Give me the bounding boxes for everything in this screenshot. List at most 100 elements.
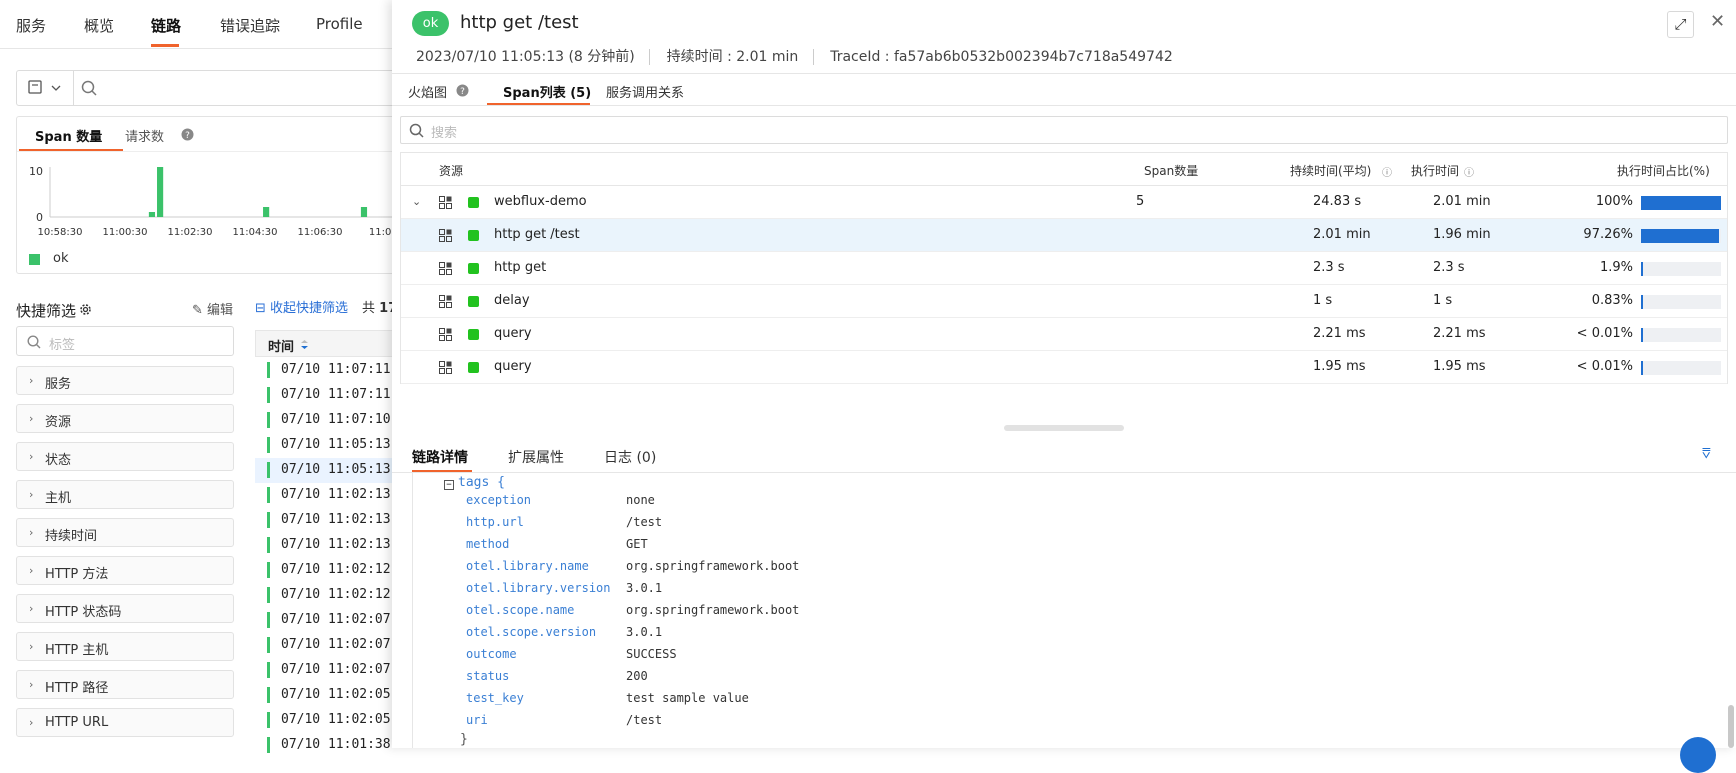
- col-exec-time[interactable]: 执行时间: [1411, 162, 1459, 179]
- search-icon: [409, 123, 424, 138]
- status-bar: [267, 612, 270, 628]
- quick-filter-label: 资源: [45, 415, 72, 430]
- collapse-node-icon[interactable]: −: [444, 480, 454, 490]
- chart-bar[interactable]: [157, 167, 164, 217]
- service-icon: [439, 262, 452, 275]
- tab-profile[interactable]: Profile: [316, 15, 363, 33]
- collapse-quick-filter-button[interactable]: ⊟ 收起快捷筛选: [255, 297, 348, 316]
- tag-value: SUCCESS: [626, 647, 677, 661]
- chart-bar[interactable]: [148, 212, 156, 217]
- gear-icon[interactable]: [78, 302, 93, 317]
- service-icon: [439, 196, 452, 209]
- tab-extended-attrs[interactable]: 扩展属性: [508, 447, 564, 467]
- span-row[interactable]: delay 1 s 1 s 0.83%: [401, 285, 1727, 318]
- col-resource[interactable]: 资源: [439, 162, 463, 179]
- tab-logs[interactable]: 日志 (0): [604, 447, 656, 467]
- trace-id[interactable]: TraceId : fa57ab6b0532b002394b7c718a5497…: [830, 49, 1173, 65]
- quick-filter-title: 快捷筛选: [16, 302, 77, 320]
- status-indicator: [468, 296, 479, 307]
- span-name: http get: [494, 260, 547, 275]
- tag-key: uri: [466, 713, 488, 727]
- divider: [812, 49, 814, 65]
- exec-pct-fill: [1641, 361, 1643, 375]
- tab-request-count[interactable]: 请求数: [125, 126, 164, 145]
- span-row[interactable]: http get /test 2.01 min 1.96 min 97.26%: [401, 219, 1727, 252]
- legend-swatch-ok: [29, 254, 40, 265]
- resize-handle[interactable]: [1004, 425, 1124, 431]
- quick-filter-item[interactable]: › 状态: [16, 442, 234, 471]
- chart-bar[interactable]: [263, 207, 270, 217]
- trace-time: 07/10 11:02:07.0: [281, 662, 407, 677]
- quick-filter-item[interactable]: › HTTP URL: [16, 708, 234, 737]
- status-bar: [267, 387, 270, 403]
- quick-filter-label: 状态: [45, 453, 72, 468]
- tab-span-count[interactable]: Span 数量: [35, 126, 102, 145]
- tag-key: method: [466, 537, 510, 551]
- span-exec-pct: 1.9%: [1599, 260, 1633, 275]
- edit-quick-filter-button[interactable]: ✎ 编辑: [192, 299, 233, 318]
- scrollbar[interactable]: [1728, 705, 1734, 748]
- exec-pct-fill: [1641, 196, 1721, 210]
- x-tick-label: 11:00:30: [103, 227, 148, 238]
- tab-error-tracking[interactable]: 错误追踪: [220, 15, 280, 36]
- collapse-all-icon[interactable]: ⩢: [1702, 446, 1711, 462]
- status-bar: [267, 637, 270, 653]
- quick-filter-item[interactable]: › 服务: [16, 366, 234, 395]
- help-fab-button[interactable]: [1680, 737, 1716, 773]
- chart-bar[interactable]: [360, 207, 368, 217]
- quick-filter-item[interactable]: › HTTP 状态码: [16, 594, 234, 623]
- tab-overview[interactable]: 概览: [84, 15, 114, 36]
- quick-filter-item[interactable]: › 主机: [16, 480, 234, 509]
- span-duration: 1 s: [1313, 293, 1333, 308]
- quick-filter-item[interactable]: › HTTP 主机: [16, 632, 234, 661]
- quick-filter-item[interactable]: › 持续时间: [16, 518, 234, 547]
- span-row[interactable]: query 2.21 ms 2.21 ms < 0.01%: [401, 318, 1727, 351]
- chevron-down-icon[interactable]: ⌄: [412, 195, 421, 208]
- col-duration-avg[interactable]: 持续时间(平均): [1290, 162, 1371, 179]
- query-type-select[interactable]: [17, 71, 74, 105]
- trace-time: 07/10 11:07:10.4: [281, 412, 407, 427]
- trace-time: 07/10 11:02:05.9: [281, 687, 407, 702]
- chevron-right-icon: ›: [29, 716, 34, 729]
- close-button[interactable]: ✕: [1710, 11, 1725, 32]
- quick-filter-item[interactable]: › HTTP 路径: [16, 670, 234, 699]
- span-row[interactable]: query 1.95 ms 1.95 ms < 0.01%: [401, 351, 1727, 384]
- span-search-input[interactable]: 搜索: [400, 116, 1728, 144]
- tag-value: 3.0.1: [626, 581, 663, 595]
- status-indicator: [468, 362, 479, 373]
- quick-filter-label: HTTP 主机: [45, 643, 109, 658]
- span-count-bar-chart: 10 0 10:58:30 11:00:30 11:02:30 11:04:30 11:06…: [29, 165, 417, 238]
- status-bar: [267, 487, 270, 503]
- quick-filter-item[interactable]: › HTTP 方法: [16, 556, 234, 585]
- col-exec-pct[interactable]: 执行时间占比(%): [1617, 162, 1721, 179]
- tab-service-call[interactable]: 服务调用关系: [606, 82, 684, 101]
- span-row[interactable]: ⌄ webflux-demo 5 24.83 s 2.01 min 100%: [401, 186, 1727, 219]
- chevron-right-icon: ›: [29, 374, 34, 387]
- tab-service[interactable]: 服务: [16, 15, 46, 36]
- quick-filter-item[interactable]: › 资源: [16, 404, 234, 433]
- svg-text:?: ?: [185, 131, 190, 141]
- status-bar: [267, 412, 270, 428]
- x-tick-label: 11:06:30: [298, 227, 343, 238]
- span-title: http get /test: [460, 12, 579, 33]
- fullscreen-button[interactable]: ⤢: [1667, 11, 1694, 38]
- span-row[interactable]: http get 2.3 s 2.3 s 1.9%: [401, 252, 1727, 285]
- span-name: query: [494, 326, 532, 341]
- tab-flamegraph[interactable]: 火焰图: [408, 82, 447, 101]
- trace-time: 07/10 11:02:12.6: [281, 587, 407, 602]
- span-duration: 2.21 ms: [1313, 326, 1366, 341]
- tag-search-placeholder: 标签: [49, 338, 76, 353]
- help-icon[interactable]: ?: [456, 84, 469, 97]
- tag-key: test_key: [466, 691, 524, 705]
- quick-filter-label: HTTP 状态码: [45, 605, 122, 620]
- query-search-bar[interactable]: [16, 70, 416, 106]
- tag-search-input[interactable]: 标签: [16, 326, 234, 356]
- svg-text:?: ?: [460, 87, 465, 97]
- span-duration: 2.01 min: [1313, 227, 1371, 242]
- tab-trace[interactable]: 链路: [151, 15, 181, 36]
- help-icon[interactable]: ?: [181, 128, 194, 141]
- span-exec-time: 2.3 s: [1433, 260, 1465, 275]
- tab-span-list[interactable]: Span列表 (5): [503, 82, 591, 101]
- col-span-count[interactable]: Span数量: [1144, 162, 1198, 179]
- tab-trace-detail[interactable]: 链路详情: [412, 447, 468, 467]
